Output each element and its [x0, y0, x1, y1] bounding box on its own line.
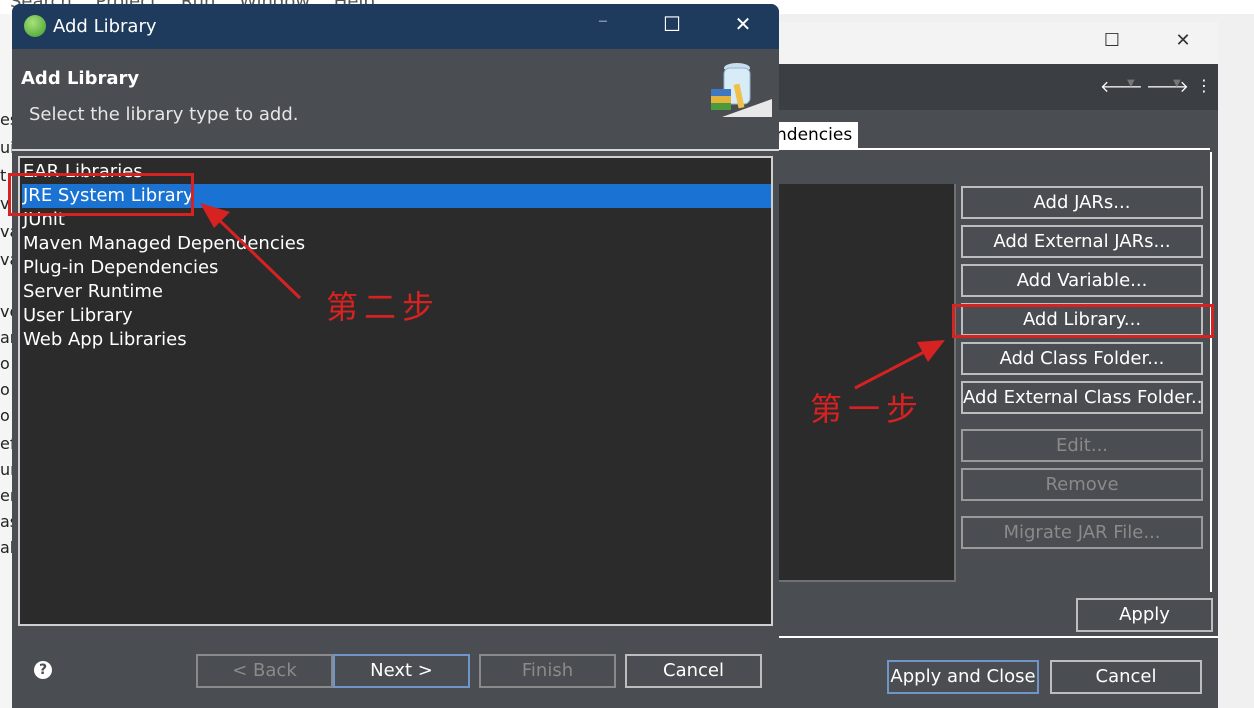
- arrow-step-one: [854, 348, 929, 390]
- annotation-arrows: [200, 203, 945, 390]
- arrow-step-two: [213, 214, 302, 300]
- annotation-step-one: 第一步: [810, 390, 925, 428]
- annotation-step-two: 第二步: [326, 288, 441, 326]
- arrowhead-step-one: [917, 340, 945, 362]
